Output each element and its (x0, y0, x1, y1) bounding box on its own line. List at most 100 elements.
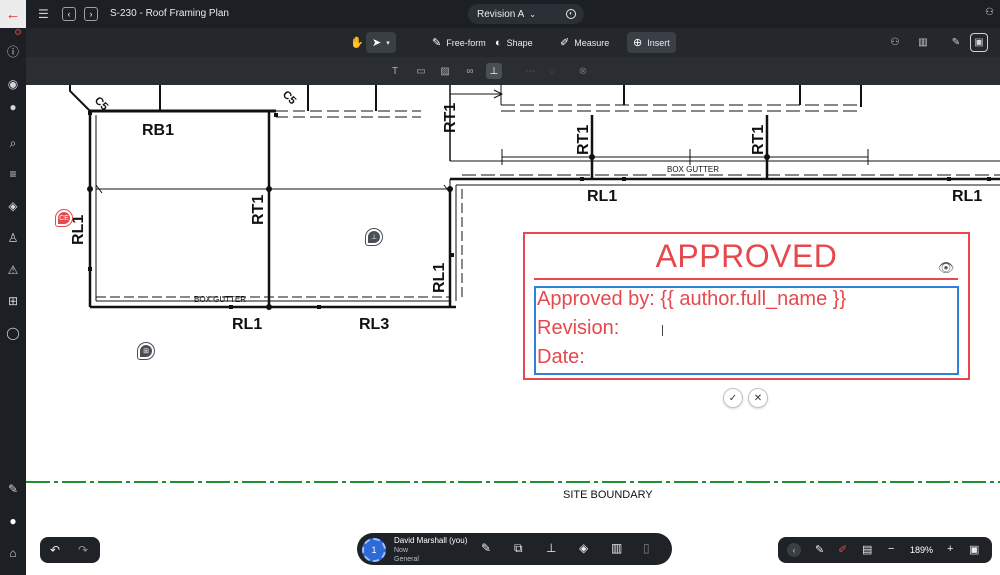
close-icon[interactable]: ⊗ (575, 63, 591, 79)
revision-dropdown[interactable]: Revision A ⌄ ◐ (468, 4, 584, 24)
select-tool[interactable]: ➤ ▾ (366, 32, 396, 53)
pin-label: CE (59, 214, 69, 222)
list-edit-icon[interactable]: ≡ (0, 163, 26, 185)
callout-icon[interactable]: ▭ (413, 63, 429, 79)
free-form-icon: ✎ (432, 37, 442, 49)
pen-tool-icon[interactable]: ✎ (815, 543, 824, 556)
confirm-check-button[interactable]: ✓ (723, 388, 743, 408)
grid-pin-icon[interactable]: ⊞ (138, 343, 154, 359)
image-icon[interactable]: ▨ (437, 63, 453, 79)
more-icon[interactable]: ⋯ (522, 63, 538, 79)
label-rt1-center: RT1 (250, 195, 267, 225)
edit-page-icon[interactable]: ✎ (947, 33, 965, 52)
zoom-bar: ‹ ✎ ✐ ▤ − 189% + ▣ (778, 537, 992, 563)
compare-icon[interactable]: ◐ (566, 9, 576, 19)
graduation-cap-icon[interactable]: ⌂ (0, 542, 26, 564)
label-rl3: RL3 (359, 316, 389, 333)
collapse-chevron-icon[interactable]: ‹ (787, 543, 801, 557)
label-rl1-left: RL1 (70, 215, 87, 245)
cancel-x-button[interactable]: ✕ (748, 388, 768, 408)
status-circle-icon[interactable]: ● (0, 510, 26, 532)
tool-label: Measure (574, 37, 610, 48)
tool-free-form[interactable]: ✎ Free-form (426, 32, 492, 53)
stamp-actions: ✓ ✕ (723, 388, 768, 408)
stamp-revision: Revision: (537, 317, 620, 339)
label-rt1-a: RT1 (575, 125, 592, 155)
chevron-down-icon: ▾ (386, 39, 390, 47)
previous-sheet-button[interactable]: ‹ (62, 7, 76, 21)
info-icon[interactable]: ⓘ (0, 40, 26, 62)
signature-pen-icon[interactable]: ✎ (0, 478, 26, 500)
stamp-icon[interactable]: ⊥ (486, 63, 502, 79)
layers-icon[interactable]: ◈ (579, 541, 588, 555)
label-rt1-b: RT1 (750, 125, 767, 155)
markup-pin-ce[interactable]: CE (56, 210, 72, 226)
tool-insert[interactable]: ⊕ Insert (627, 32, 676, 53)
label-box-gutter-right: BOX GUTTER (667, 165, 719, 174)
tool-measure[interactable]: ✐ Measure (554, 32, 615, 53)
layers-icon[interactable]: ◈ (0, 195, 26, 217)
page-settings-icon[interactable]: ▤ (862, 543, 872, 556)
text-box-icon[interactable]: T (387, 63, 403, 79)
warning-icon[interactable]: ⚠ (0, 259, 26, 281)
shape-icon: ◐ (495, 36, 502, 49)
tool-label: Shape (506, 37, 533, 48)
back-arrow-icon[interactable]: ← (0, 0, 26, 28)
drawing-canvas[interactable]: RB1 RL1 RT1 RL1 RL3 RL1 RT1 RT1 RT1 RL1 … (26, 85, 1000, 575)
label-rl1-right: RL1 (952, 188, 982, 205)
label-rl1-mid: RL1 (587, 188, 617, 205)
stamp-icon[interactable]: ⊥ (546, 541, 556, 555)
avatar[interactable]: 1 (362, 538, 386, 562)
search-icon[interactable]: ⌕ (0, 132, 26, 154)
save-icon[interactable]: ▣ (970, 33, 988, 52)
chevron-down-icon: ⌄ (529, 9, 536, 19)
fit-screen-icon[interactable]: ▣ (969, 543, 979, 556)
copy-icon[interactable]: ⧉ (514, 541, 523, 556)
zoom-level: 189% (910, 545, 934, 555)
trash-icon[interactable]: ▯ (643, 541, 650, 555)
label-site-boundary: SITE BOUNDARY (563, 489, 653, 501)
label-rb1: RB1 (142, 122, 174, 139)
zoom-in-icon[interactable]: + (947, 543, 953, 555)
people-icon[interactable]: ⚇ (884, 33, 906, 52)
grid-shapes-icon[interactable]: ⊞ (0, 290, 26, 312)
label-rl1-vertical: RL1 (431, 263, 448, 293)
document-title: S-230 - Roof Framing Plan (110, 8, 229, 19)
approved-stamp[interactable]: APPROVED 👁 Approved by: {{ author.full_n… (523, 232, 970, 380)
compare-sheets-icon[interactable]: ▥ (611, 541, 622, 555)
link-icon[interactable]: ∞ (462, 63, 478, 79)
label-rl1-bottom: RL1 (232, 316, 262, 333)
insert-options-bar: T ▭ ▨ ∞ ⊥ ⋯ ◌ ⊗ (26, 57, 1000, 85)
tool-label: Free-form (446, 37, 486, 48)
lasso-icon[interactable]: ◌ (544, 63, 560, 79)
eye-icon[interactable]: 👁 (936, 260, 956, 275)
menu-icon[interactable]: ☰ (38, 7, 49, 21)
title-bar: ☰ ‹ › S-230 - Roof Framing Plan Revision… (26, 0, 1000, 28)
comment-icon[interactable]: ◯ (0, 322, 26, 344)
stamp-title: APPROVED (655, 238, 838, 274)
status-channel: General (394, 556, 419, 563)
library-icon[interactable]: ▥ (912, 33, 934, 52)
stamp-person-icon[interactable]: ♙ (0, 227, 26, 249)
undo-redo-bar: ↶ ↷ (40, 537, 100, 563)
ruler-icon: ✐ (560, 37, 570, 49)
stamp-text-field[interactable]: Approved by: {{ author.full_name }} Revi… (534, 286, 959, 375)
collaborators-icon[interactable]: ⚇ (985, 7, 994, 18)
text-cursor (662, 325, 663, 336)
target-icon[interactable]: ◉ (0, 73, 26, 95)
redo-icon[interactable]: ↷ (78, 543, 88, 557)
stamp-date: Date: (537, 346, 585, 368)
tool-shape[interactable]: ◐ Shape (489, 32, 539, 53)
revision-label: Revision A (477, 8, 525, 20)
next-sheet-button[interactable]: › (84, 7, 98, 21)
user-status: Now General (394, 546, 419, 564)
pen-icon[interactable]: ✎ (481, 541, 491, 555)
stamp-pin-icon[interactable]: ⊥ (366, 229, 382, 245)
label-c5-b: C5 (280, 89, 298, 107)
highlighter-icon[interactable]: ✐ (838, 543, 847, 556)
user-marker-icon[interactable]: ● (0, 96, 26, 118)
zoom-out-icon[interactable]: − (888, 543, 894, 555)
notification-dot (15, 29, 21, 35)
app-window: ← ⓘ ◉ ● ⌕ ≡ ◈ ♙ ⚠ ⊞ ◯ ✎ ● ⌂ ☰ ‹ › S-230 … (0, 0, 1000, 575)
undo-icon[interactable]: ↶ (50, 543, 60, 557)
